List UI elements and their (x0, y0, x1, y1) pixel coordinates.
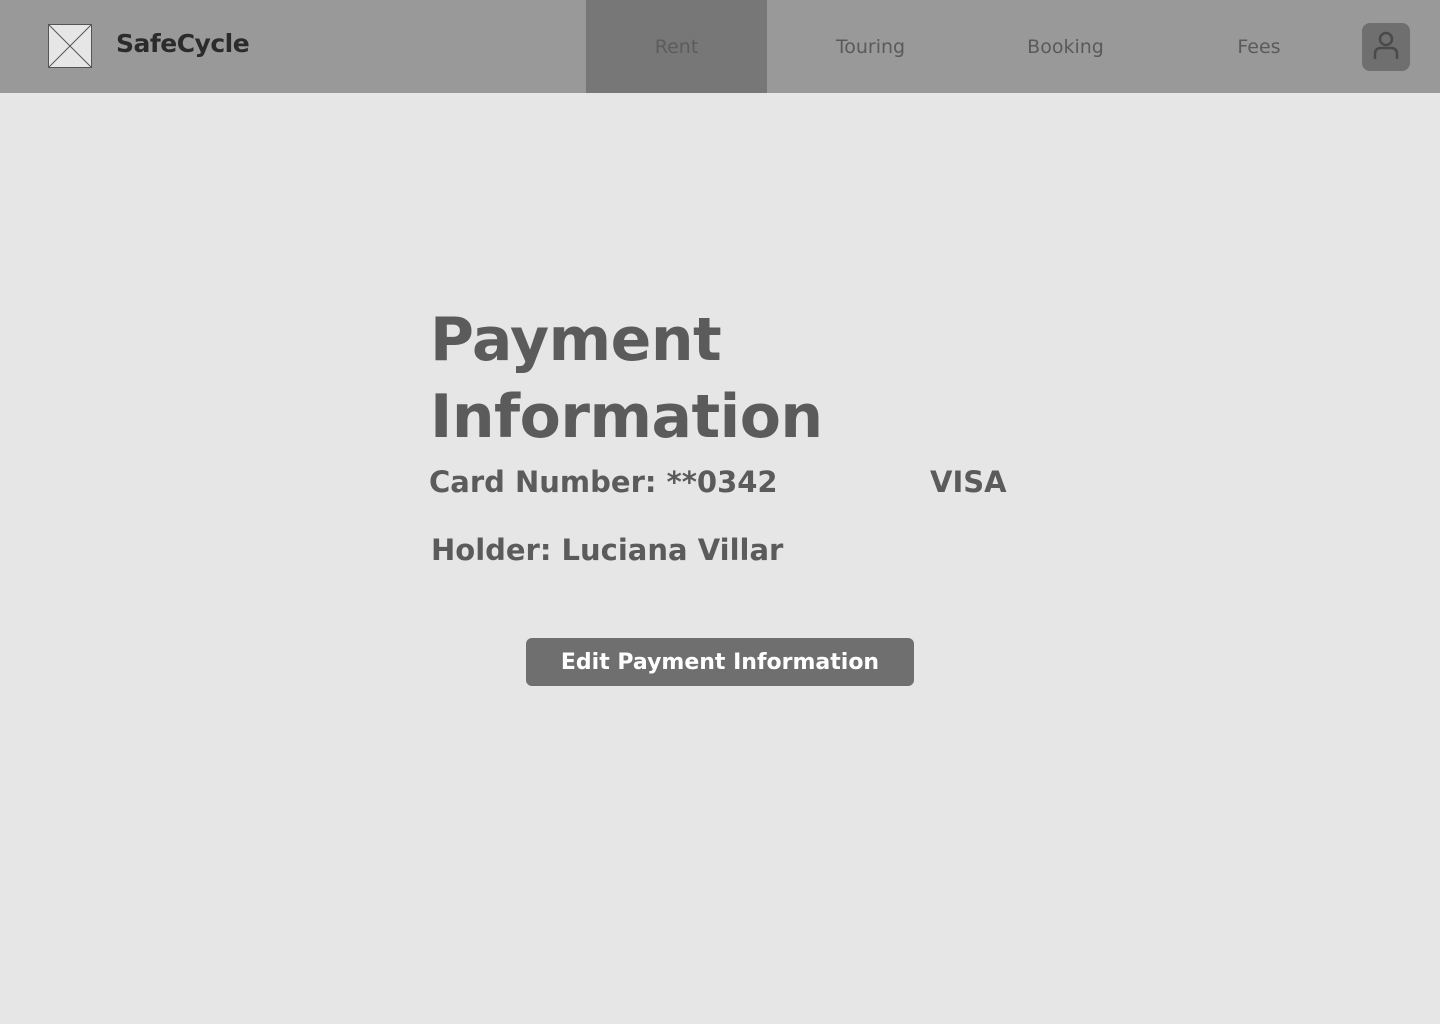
card-brand: VISA (930, 465, 1007, 499)
nav-touring[interactable]: Touring (773, 0, 968, 93)
nav-fees-label: Fees (1237, 35, 1281, 58)
nav-rent-label: Rent (654, 35, 699, 58)
card-number: Card Number: **0342 (429, 465, 778, 499)
nav-touring-label: Touring (835, 35, 906, 58)
image-placeholder-icon (48, 24, 92, 68)
user-icon (1372, 30, 1400, 64)
nav-fees[interactable]: Fees (1163, 0, 1355, 93)
profile-button[interactable] (1362, 23, 1410, 71)
nav-booking[interactable]: Booking (968, 0, 1163, 93)
card-holder: Holder: Luciana Villar (431, 533, 784, 567)
page-title: Payment Information (430, 305, 823, 452)
edit-payment-button[interactable]: Edit Payment Information (526, 638, 914, 686)
top-navbar: SafeCycle Rent Touring Booking Fees (0, 0, 1440, 93)
brand-name: SafeCycle (116, 29, 250, 58)
nav-booking-label: Booking (1027, 35, 1104, 58)
nav-rent[interactable]: Rent (586, 0, 767, 93)
